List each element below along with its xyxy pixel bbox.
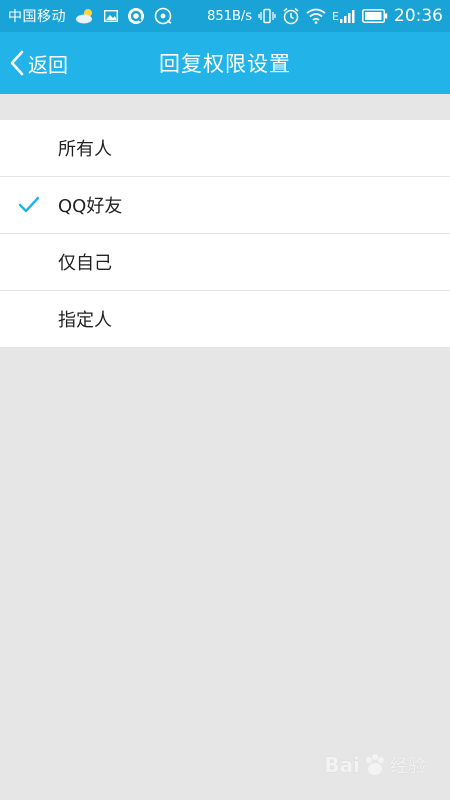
net-speed: 851B/s (207, 8, 253, 24)
alarm-icon (282, 7, 300, 25)
clock: 20:36 (394, 6, 443, 26)
option-label: QQ好友 (58, 196, 123, 217)
signal-icon: E (332, 9, 356, 23)
baidu-watermark: Bai 经验 (324, 752, 426, 778)
wifi-icon (306, 8, 326, 24)
title-bar: 返回 回复权限设置 (0, 32, 450, 94)
option-only-me[interactable]: 仅自己 (0, 233, 450, 290)
option-label: 仅自己 (58, 253, 112, 274)
weather-icon (75, 8, 95, 24)
media-icon (154, 7, 172, 25)
option-qq-friends[interactable]: QQ好友 (0, 176, 450, 233)
network-type: E (332, 9, 339, 23)
checkmark-icon (18, 177, 40, 233)
page-title: 回复权限设置 (159, 52, 291, 76)
option-everyone[interactable]: 所有人 (0, 120, 450, 176)
status-bar: 中国移动 851B/s E 20:36 (0, 0, 450, 32)
image-icon (104, 10, 118, 22)
option-label: 指定人 (58, 310, 112, 331)
reply-permission-options: 所有人 QQ好友 仅自己 指定人 (0, 120, 450, 347)
battery-icon (362, 9, 388, 23)
q-app-icon (127, 7, 145, 25)
paw-icon (362, 753, 388, 777)
option-specified-people[interactable]: 指定人 (0, 290, 450, 347)
watermark-suffix: 经验 (390, 756, 426, 777)
carrier-name: 中国移动 (8, 9, 66, 25)
watermark-brand: Bai (324, 753, 360, 777)
option-label: 所有人 (58, 139, 112, 160)
vibrate-icon (258, 8, 276, 24)
